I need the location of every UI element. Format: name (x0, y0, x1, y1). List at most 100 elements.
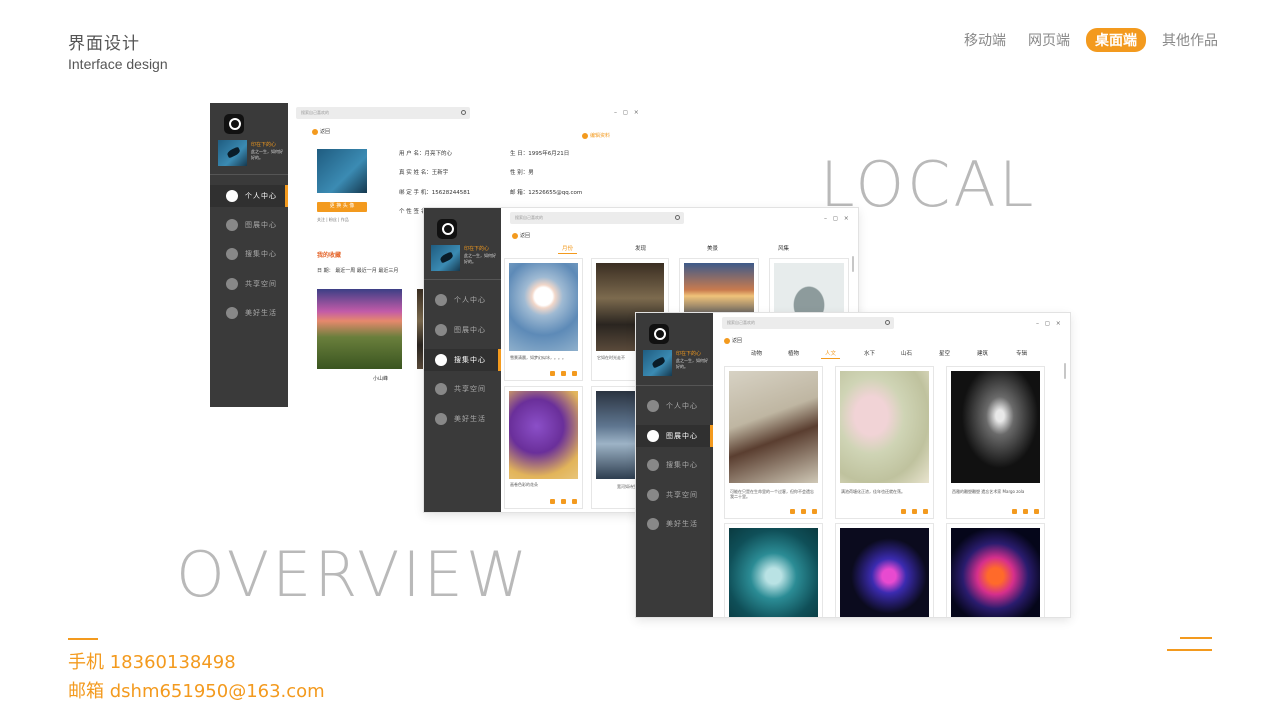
scrollbar[interactable] (1064, 363, 1066, 379)
card-actions[interactable] (1012, 509, 1039, 514)
gallery-card[interactable]: 满池荷塘化正浓，佳年也还就在荡。 (835, 366, 934, 519)
menu-item-collect[interactable]: 搜集中心 (636, 454, 713, 476)
search-input[interactable]: 搜索自己喜欢的 (722, 317, 894, 329)
gallery-card[interactable]: 西雅的雕塑雕塑 遗忘艺术家 Margo zola (946, 366, 1045, 519)
tab-scenery[interactable]: 美景 (707, 244, 718, 252)
back-button[interactable]: 返回 (512, 232, 530, 239)
menu-item-collect[interactable]: 搜集中心 (210, 243, 288, 265)
card-image (840, 528, 929, 617)
gallery-card[interactable] (835, 523, 934, 617)
menu-item-share[interactable]: 共享空间 (636, 484, 713, 506)
filter-month[interactable]: 最近一月 (357, 268, 377, 274)
tab-rocks[interactable]: 山石 (901, 349, 912, 357)
comment-icon (561, 499, 566, 504)
menu-item-gallery[interactable]: 图展中心 (636, 425, 713, 447)
share-icon (572, 371, 577, 376)
email-label: 邮箱 (68, 681, 104, 702)
avatar[interactable] (218, 140, 247, 166)
tab-underwater[interactable]: 水下 (864, 349, 875, 357)
user-name: 印在下的心 (464, 246, 490, 252)
nav-other-works[interactable]: 其他作品 (1156, 28, 1224, 52)
gallery-card[interactable] (724, 523, 823, 617)
favorites-title: 我的收藏 (317, 252, 342, 259)
menu-item-personal[interactable]: 个人中心 (636, 395, 713, 417)
sidebar: 印在下的心 此之一生，如何好好的。 个人中心 图展中心 搜集中心 共享空间 美好… (424, 208, 501, 512)
nav-desktop[interactable]: 桌面端 (1086, 28, 1146, 52)
tab-discover[interactable]: 发现 (635, 244, 646, 252)
comment-icon (1023, 509, 1028, 514)
profile-stats: 关注 | 粉丝 | 作品 (317, 217, 349, 222)
search-icon (226, 248, 238, 260)
card-image (509, 391, 578, 479)
profile-phone: 绑 定 手 机：15628244581 (399, 190, 471, 196)
menu-item-share[interactable]: 共享空间 (424, 378, 501, 400)
favorite-image[interactable] (317, 289, 402, 369)
search-icon (675, 215, 680, 220)
window-controls[interactable]: – ◻ × (824, 215, 851, 222)
window-controls[interactable]: – ◻ × (1036, 320, 1063, 327)
back-button[interactable]: 返回 (312, 128, 330, 135)
card-actions[interactable] (901, 509, 928, 514)
app-logo-icon (437, 219, 457, 239)
menu-item-life[interactable]: 美好生活 (424, 408, 501, 430)
nav-mobile[interactable]: 移动端 (958, 28, 1012, 52)
overview-heading: OVERVIEW (176, 538, 531, 611)
avatar[interactable] (431, 245, 460, 271)
card-actions[interactable] (550, 499, 577, 504)
gallery-icon (226, 219, 238, 231)
user-motto: 此之一生，如何好好的。 (251, 149, 283, 160)
tab-starry-sky[interactable]: 星空 (939, 349, 950, 357)
menu-item-life[interactable]: 美好生活 (636, 513, 713, 535)
tab-month[interactable]: 月份 (558, 244, 578, 254)
comment-icon (801, 509, 806, 514)
date-filter: 日 期： 最近一周 最近一月 最近三月 (317, 268, 399, 274)
phone-label: 手机 (68, 652, 104, 673)
card-actions[interactable] (790, 509, 817, 514)
profile-nickname: 用 户 名：月亮下的心 (399, 151, 452, 157)
tab-albums[interactable]: 专辑 (1016, 349, 1027, 357)
edit-profile-button[interactable]: 编辑资料 (582, 132, 610, 139)
search-input[interactable]: 搜索自己喜欢的 (510, 212, 684, 224)
menu-item-gallery[interactable]: 图展中心 (424, 319, 501, 341)
back-icon (512, 232, 518, 239)
menu-item-life[interactable]: 美好生活 (210, 302, 288, 324)
app-logo-icon (649, 324, 669, 344)
app-logo-icon (224, 114, 244, 134)
filter-week[interactable]: 最近一周 (335, 268, 355, 274)
tab-architecture[interactable]: 建筑 (977, 349, 988, 357)
menu-item-gallery[interactable]: 图展中心 (210, 214, 288, 236)
scrollbar[interactable] (852, 256, 854, 272)
user-motto: 此之一生，如何好好的。 (676, 358, 708, 369)
gallery-card[interactable]: 画卷色彩的花朵 (504, 386, 583, 509)
tab-humanities[interactable]: 人文 (821, 349, 841, 359)
card-image (729, 528, 818, 617)
avatar[interactable] (643, 350, 672, 376)
menu-item-share[interactable]: 共享空间 (210, 273, 288, 295)
window-controls[interactable]: – ◻ × (614, 109, 641, 116)
card-actions[interactable] (550, 371, 577, 376)
user-icon (226, 190, 238, 202)
filter-3months[interactable]: 最近三月 (378, 268, 398, 274)
back-button[interactable]: 返回 (724, 337, 742, 344)
email-address: dshm651950@163.com (109, 681, 325, 702)
gallery-card[interactable] (946, 523, 1045, 617)
card-caption: 满池荷塘化正浓，佳年也还就在荡。 (841, 489, 905, 494)
nav-web[interactable]: 网页端 (1022, 28, 1076, 52)
gallery-card[interactable]: 可能在只是在生命里的一个过客，但你不会遗忘我二十里。 (724, 366, 823, 519)
menu-item-personal[interactable]: 个人中心 (424, 289, 501, 311)
profile-realname: 真 实 姓 名：王新宇 (399, 170, 449, 176)
search-input[interactable]: 搜索自己喜欢的 (296, 107, 470, 119)
menu-item-collect[interactable]: 搜集中心 (424, 349, 501, 371)
divider (636, 385, 713, 386)
share-icon (923, 509, 928, 514)
tab-collection[interactable]: 风集 (778, 244, 789, 252)
tab-plants[interactable]: 植物 (788, 349, 799, 357)
menu-item-personal[interactable]: 个人中心 (210, 185, 288, 207)
sidebar: 印在下的心 此之一生，如何好好的。 个人中心 图展中心 搜集中心 共享空间 美好… (210, 103, 288, 407)
gallery-card[interactable]: 雪景清晨，如梦幻似冰，。。。 (504, 258, 583, 381)
tab-animals[interactable]: 动物 (751, 349, 762, 357)
user-icon (435, 294, 447, 306)
divider (68, 638, 98, 640)
change-avatar-button[interactable]: 更 换 头 像 (317, 202, 367, 212)
search-icon (435, 354, 447, 366)
